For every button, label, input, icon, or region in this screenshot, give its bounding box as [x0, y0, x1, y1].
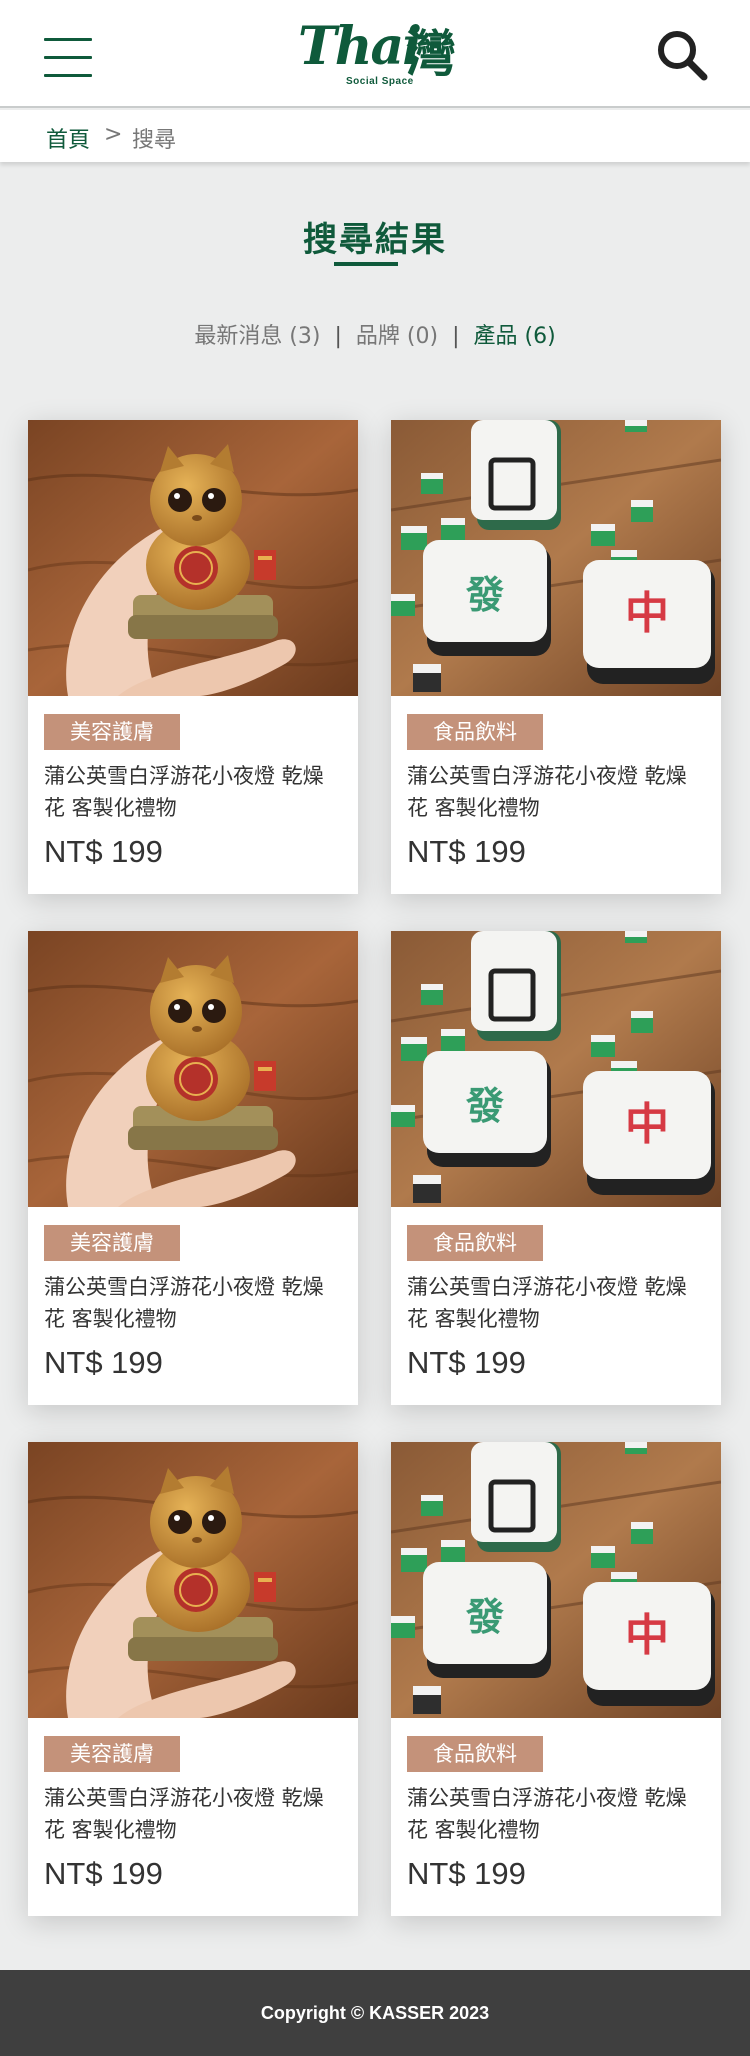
svg-text:中: 中 [625, 588, 669, 639]
menu-line [44, 38, 92, 41]
site-footer: Copyright © KASSER 2023 [0, 1970, 750, 2056]
product-card[interactable]: 發 中 食品飲料蒲公英雪白浮游花小夜燈 乾燥花 客製化禮物 NT$ 199 [391, 931, 721, 1405]
search-button[interactable] [654, 28, 710, 84]
category-tag[interactable]: 食品飲料 [407, 714, 543, 750]
product-card[interactable]: 美容護膚蒲公英雪白浮游花小夜燈 乾燥花 客製化禮物 NT$ 199 [28, 931, 358, 1405]
copyright-text: Copyright © KASSER 2023 [260, 2003, 490, 2023]
filter-divider: | [334, 324, 342, 349]
svg-text:發: 發 [465, 1084, 504, 1128]
product-card[interactable]: 美容護膚蒲公英雪白浮游花小夜燈 乾燥花 客製化禮物 NT$ 199 [28, 420, 358, 894]
product-name[interactable]: 蒲公英雪白浮游花小夜燈 乾燥花 客製化禮物 [44, 1271, 344, 1335]
svg-text:中: 中 [625, 1610, 669, 1661]
product-price: NT$ 199 [44, 834, 163, 869]
hamburger-menu-button[interactable] [44, 38, 92, 77]
site-logo[interactable]: Thai 灣 Social Space [298, 12, 458, 94]
breadcrumb-current: 搜尋 [132, 128, 177, 153]
filter-news[interactable]: 最新消息 (3) [194, 324, 320, 349]
product-image-mahjong-tiles[interactable]: 發 中 [391, 420, 721, 696]
category-tag[interactable]: 食品飲料 [407, 1225, 543, 1261]
product-price: NT$ 199 [407, 1345, 526, 1380]
search-icon [658, 31, 708, 81]
breadcrumb: 首頁 > 搜尋 [0, 110, 750, 162]
svg-text:中: 中 [625, 1099, 669, 1150]
category-tag[interactable]: 食品飲料 [407, 1736, 543, 1772]
category-tag[interactable]: 美容護膚 [44, 714, 180, 750]
category-tag[interactable]: 美容護膚 [44, 1225, 180, 1261]
svg-text:發: 發 [465, 1595, 504, 1639]
breadcrumb-separator: > [104, 122, 123, 147]
logo-wordmark: Thai [298, 16, 422, 77]
product-name[interactable]: 蒲公英雪白浮游花小夜燈 乾燥花 客製化禮物 [407, 760, 707, 824]
product-card[interactable]: 美容護膚蒲公英雪白浮游花小夜燈 乾燥花 客製化禮物 NT$ 199 [28, 1442, 358, 1916]
product-image-mahjong-tiles[interactable]: 發 中 [391, 931, 721, 1207]
page-title: 搜尋結果 [303, 220, 447, 260]
menu-line [44, 56, 92, 59]
product-price: NT$ 199 [44, 1345, 163, 1380]
product-image-cat-figurine[interactable] [28, 1442, 358, 1718]
product-name[interactable]: 蒲公英雪白浮游花小夜燈 乾燥花 客製化禮物 [407, 1271, 707, 1335]
product-price: NT$ 199 [407, 1856, 526, 1891]
menu-line [44, 74, 92, 77]
product-price: NT$ 199 [407, 834, 526, 869]
title-underline [334, 262, 398, 266]
product-name[interactable]: 蒲公英雪白浮游花小夜燈 乾燥花 客製化禮物 [407, 1782, 707, 1846]
product-image-mahjong-tiles[interactable]: 發 中 [391, 1442, 721, 1718]
product-image-cat-figurine[interactable] [28, 420, 358, 696]
product-name[interactable]: 蒲公英雪白浮游花小夜燈 乾燥花 客製化禮物 [44, 760, 344, 824]
filter-products[interactable]: 產品 (6) [474, 324, 556, 349]
breadcrumb-home-link[interactable]: 首頁 [46, 122, 90, 154]
site-header: Thai 灣 Social Space [0, 0, 750, 108]
product-price: NT$ 199 [44, 1856, 163, 1891]
product-card[interactable]: 發 中 食品飲料蒲公英雪白浮游花小夜燈 乾燥花 客製化禮物 NT$ 199 [391, 1442, 721, 1916]
category-tag[interactable]: 美容護膚 [44, 1736, 180, 1772]
result-filters: 最新消息 (3) | 品牌 (0) | 產品 (6) [0, 318, 750, 350]
svg-text:發: 發 [465, 573, 504, 617]
product-card[interactable]: 發 中 食品飲料蒲公英雪白浮游花小夜燈 乾燥花 客製化禮物 NT$ 199 [391, 420, 721, 894]
filter-brands[interactable]: 品牌 (0) [356, 324, 438, 349]
filter-divider: | [452, 324, 460, 349]
product-name[interactable]: 蒲公英雪白浮游花小夜燈 乾燥花 客製化禮物 [44, 1782, 344, 1846]
product-image-cat-figurine[interactable] [28, 931, 358, 1207]
logo-tagline: Social Space [346, 76, 414, 87]
